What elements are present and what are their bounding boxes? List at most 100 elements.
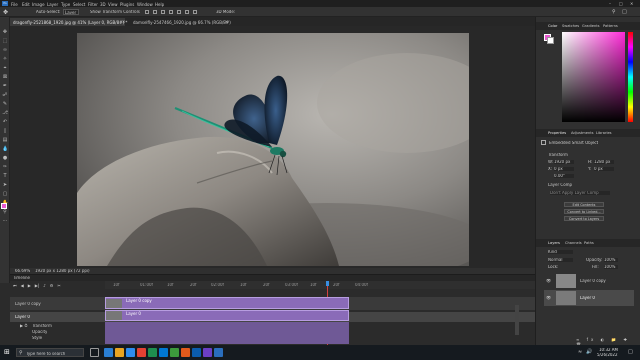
tab-channels[interactable]: Channels [565,241,582,245]
windows-start-icon[interactable]: ⊞ [4,349,10,356]
tab-damselfly[interactable]: damselfly-2547466_1920.jpg @ 66.7% (RGB/… [130,18,231,26]
blur-tool-icon[interactable]: 💧 [2,146,8,152]
tab-gradients[interactable]: Gradients [582,24,600,28]
layer-comp-dropdown[interactable]: Don't Apply Layer Comp [550,191,610,195]
layer-row-selected[interactable]: 👁 Layer 0 [544,290,634,306]
edit-contents-button[interactable]: Edit Contents [564,202,604,207]
timeline-scrollbar[interactable] [515,305,519,335]
taskbar-app-icon[interactable] [126,348,135,357]
rectangle-tool-icon[interactable]: ▢ [2,191,8,197]
background-color-chip[interactable] [547,37,554,44]
layer-filter-kind[interactable]: Kind [548,250,573,254]
clip-layer-0-copy[interactable]: Layer 0 copy [105,297,349,309]
menu-plugins[interactable]: Plugins [120,2,134,7]
visibility-eye-icon[interactable]: 👁 [546,295,551,300]
convert-to-layers-button[interactable]: Convert to Layers [564,216,604,221]
menu-image[interactable]: Image [32,2,45,7]
hue-slider[interactable] [628,32,633,122]
menu-3d[interactable]: 3D [100,2,106,7]
workspace-icon[interactable]: □ [622,9,627,15]
menu-window[interactable]: Window [137,2,153,7]
healing-brush-tool-icon[interactable]: ☍ [2,92,8,98]
tab-dragonfly[interactable]: dragonfly-2521868_1920.jpg @ 41% (Layer … [10,18,127,26]
task-view-icon[interactable] [90,348,99,357]
frame-tool-icon[interactable]: ⊠ [2,74,8,80]
clip-layer-0[interactable]: Layer 0 [105,310,349,321]
canvas-image[interactable] [77,33,469,266]
lasso-tool-icon[interactable]: ∞ [2,47,8,53]
type-tool-icon[interactable]: T [2,173,8,179]
menu-filter[interactable]: Filter [88,2,98,7]
search-icon[interactable]: ⚲ [612,9,616,15]
prev-frame-icon[interactable]: ◀ [21,283,24,289]
minimize-icon[interactable]: – [609,1,611,6]
taskbar-app-icon[interactable] [181,348,190,357]
track-name[interactable]: Layer 0 [15,315,30,319]
blend-mode-dropdown[interactable]: Normal [548,258,573,262]
crop-tool-icon[interactable]: ⌖ [2,65,8,71]
tab-properties[interactable]: Properties [548,131,566,135]
auto-select-dropdown[interactable]: Layer [63,9,79,15]
x-field[interactable]: 0 px [554,167,574,171]
menu-select[interactable]: Select [73,2,85,7]
split-icon[interactable]: ✂ [57,283,60,289]
menu-edit[interactable]: Edit [22,2,30,7]
marquee-tool-icon[interactable]: ⬚ [2,38,8,44]
taskbar-app-icon[interactable] [148,348,157,357]
menu-type[interactable]: Type [61,2,70,7]
time-ruler[interactable]: 10f 01:00f 10f 20f 02:00f 10f 20f 03:00f… [105,281,535,289]
pen-tool-icon[interactable]: ✑ [2,164,8,170]
angle-field[interactable]: 0.00° [554,174,574,178]
audio-icon[interactable]: ♪ [43,283,46,289]
menu-file[interactable]: File [11,2,18,7]
tab-adjustments[interactable]: Adjustments [571,131,594,135]
h-field[interactable]: 1280 px [594,160,614,164]
opacity-field[interactable]: 100% [604,258,618,262]
search-box[interactable]: ⚲ Type here to search [16,348,84,357]
dodge-tool-icon[interactable]: ● [2,155,8,161]
tab-paths[interactable]: Paths [584,241,594,245]
close-tab-icon[interactable]: × [122,19,125,24]
prop-style[interactable]: Style [32,336,42,340]
layer-row[interactable]: 👁 Layer 0 copy [544,273,634,289]
clock-time[interactable]: 10:32 AM [599,348,618,352]
prop-opacity[interactable]: Opacity [32,330,47,334]
taskbar-app-icon[interactable] [214,348,223,357]
taskbar-app-icon[interactable] [137,348,146,357]
color-field[interactable] [562,32,625,122]
menu-help[interactable]: Help [155,2,164,7]
first-frame-icon[interactable]: ⏮ [13,283,17,289]
taskbar-app-icon[interactable] [192,348,201,357]
play-icon[interactable]: ▶ [28,283,31,289]
convert-to-linked-button[interactable]: Convert to Linked... [564,209,604,214]
wifi-icon[interactable]: ≈ [578,349,582,355]
zoom-tool-icon[interactable]: ⚲ [2,209,8,215]
notifications-icon[interactable]: □ [628,349,633,355]
align-buttons[interactable] [145,10,255,14]
foreground-color-swatch[interactable] [1,203,7,209]
close-tab-icon[interactable]: × [225,19,228,24]
fill-field[interactable]: 100% [604,265,618,269]
eyedropper-tool-icon[interactable]: ✒ [2,83,8,89]
menu-view[interactable]: View [108,2,118,7]
track-name[interactable]: Layer 0 copy [15,302,41,306]
tab-color[interactable]: Color [548,24,557,28]
taskbar-app-icon[interactable] [159,348,168,357]
visibility-eye-icon[interactable]: 👁 [546,278,551,283]
prop-transform[interactable]: Transform [32,324,52,328]
taskbar-app-icon[interactable] [115,348,124,357]
path-select-tool-icon[interactable]: ➤ [2,182,8,188]
move-tool-icon[interactable]: ✥ [2,29,8,35]
zoom-level[interactable]: 66.69% [15,269,30,273]
gradient-tool-icon[interactable]: ▤ [2,137,8,143]
maximize-icon[interactable]: □ [619,1,623,6]
y-field[interactable]: 0 px [594,167,614,171]
taskbar-app-icon[interactable] [203,348,212,357]
brush-tool-icon[interactable]: ✎ [2,101,8,107]
menu-layer[interactable]: Layer [47,2,58,7]
history-brush-tool-icon[interactable]: ↶ [2,119,8,125]
stopwatch-icon[interactable]: ▶ ⏱ [20,323,27,328]
tab-patterns[interactable]: Patterns [603,24,618,28]
clone-stamp-tool-icon[interactable]: ⎇ [2,110,8,116]
quick-select-tool-icon[interactable]: ✧ [2,56,8,62]
